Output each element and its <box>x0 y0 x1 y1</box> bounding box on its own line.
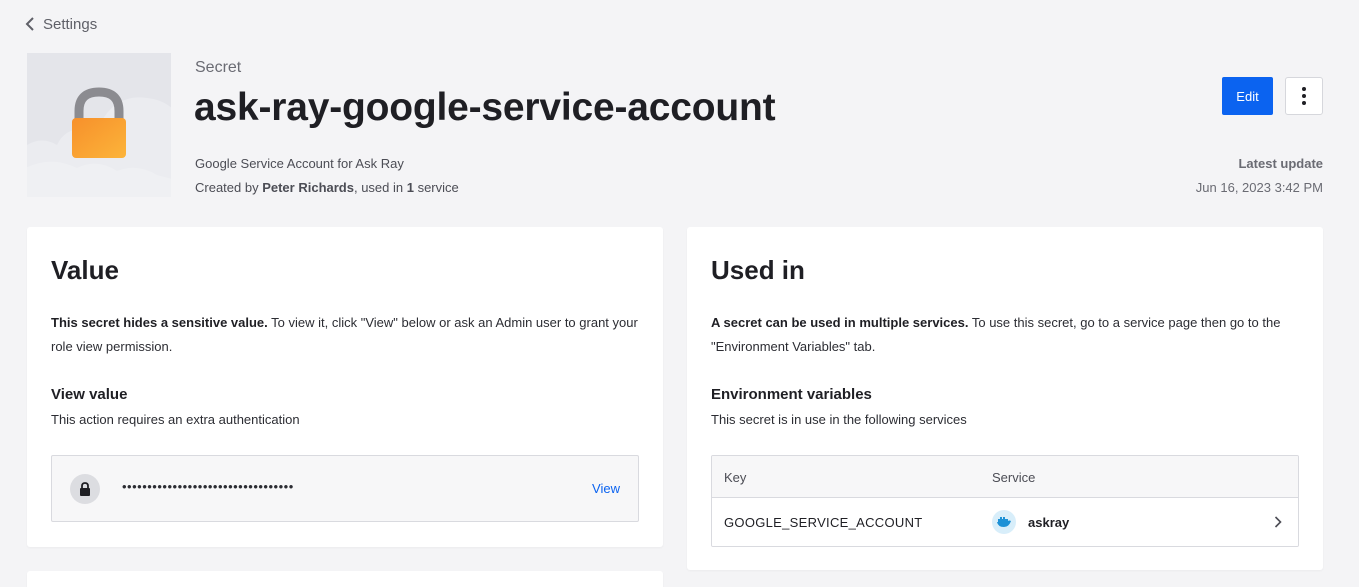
used-in-card: Used in A secret can be used in multiple… <box>687 227 1323 570</box>
secret-thumbnail <box>27 53 171 197</box>
used-in-intro-bold: A secret can be used in multiple service… <box>711 315 969 330</box>
created-info: Created by Peter Richards, used in 1 ser… <box>195 180 459 195</box>
service-name-cell: askray <box>1028 515 1070 530</box>
masked-secret-value: •••••••••••••••••••••••••••••••••• <box>122 479 294 494</box>
page-title: ask-ray-google-service-account <box>194 86 776 129</box>
used-in-card-title: Used in <box>711 255 805 285</box>
value-card-title: Value <box>51 255 119 285</box>
env-variables-heading: Environment variables <box>711 386 872 403</box>
latest-update-value: Jun 16, 2023 3:42 PM <box>1195 180 1323 195</box>
env-key-cell: GOOGLE_SERVICE_ACCOUNT <box>724 515 923 530</box>
next-card <box>27 571 663 587</box>
back-to-settings-link[interactable]: Settings <box>25 14 97 34</box>
vertical-ellipsis-icon <box>1302 87 1306 105</box>
chevron-right-icon <box>1274 516 1282 528</box>
created-prefix: Created by <box>195 180 263 195</box>
env-variables-table: Key Service GOOGLE_SERVICE_ACCOUNT askra… <box>711 455 1299 547</box>
value-card-intro: This secret hides a sensitive value. To … <box>51 311 641 359</box>
latest-update-label: Latest update <box>1238 156 1323 171</box>
used-in-count: 1 <box>406 180 414 195</box>
chevron-left-icon <box>25 17 34 31</box>
env-variables-subtitle: This secret is in use in the following s… <box>711 412 967 427</box>
view-value-subtitle: This action requires an extra authentica… <box>51 412 300 427</box>
column-header-key: Key <box>724 470 747 485</box>
used-in-suffix: service <box>413 180 459 195</box>
lock-icon <box>80 482 90 496</box>
lock-icon <box>27 87 171 197</box>
secret-value-box: •••••••••••••••••••••••••••••••••• View <box>51 455 639 522</box>
back-label: Settings <box>43 15 98 33</box>
edit-button[interactable]: Edit <box>1222 77 1273 115</box>
column-header-service: Service <box>992 470 1036 485</box>
lock-badge <box>70 474 100 504</box>
docker-whale-icon <box>992 510 1016 534</box>
value-intro-bold: This secret hides a sensitive value. <box>51 315 268 330</box>
table-header: Key Service <box>712 456 1298 498</box>
value-card: Value This secret hides a sensitive valu… <box>27 227 663 547</box>
more-options-button[interactable] <box>1285 77 1323 115</box>
secret-description: Google Service Account for Ask Ray <box>195 156 404 171</box>
view-value-link[interactable]: View <box>592 481 620 496</box>
secret-eyebrow: Secret <box>195 59 242 76</box>
used-in-card-intro: A secret can be used in multiple service… <box>711 311 1301 359</box>
used-in-prefix: , used in <box>353 180 407 195</box>
view-value-heading: View value <box>51 386 128 403</box>
table-row[interactable]: GOOGLE_SERVICE_ACCOUNT askray <box>712 498 1298 546</box>
created-by-name: Peter Richards <box>262 180 354 195</box>
